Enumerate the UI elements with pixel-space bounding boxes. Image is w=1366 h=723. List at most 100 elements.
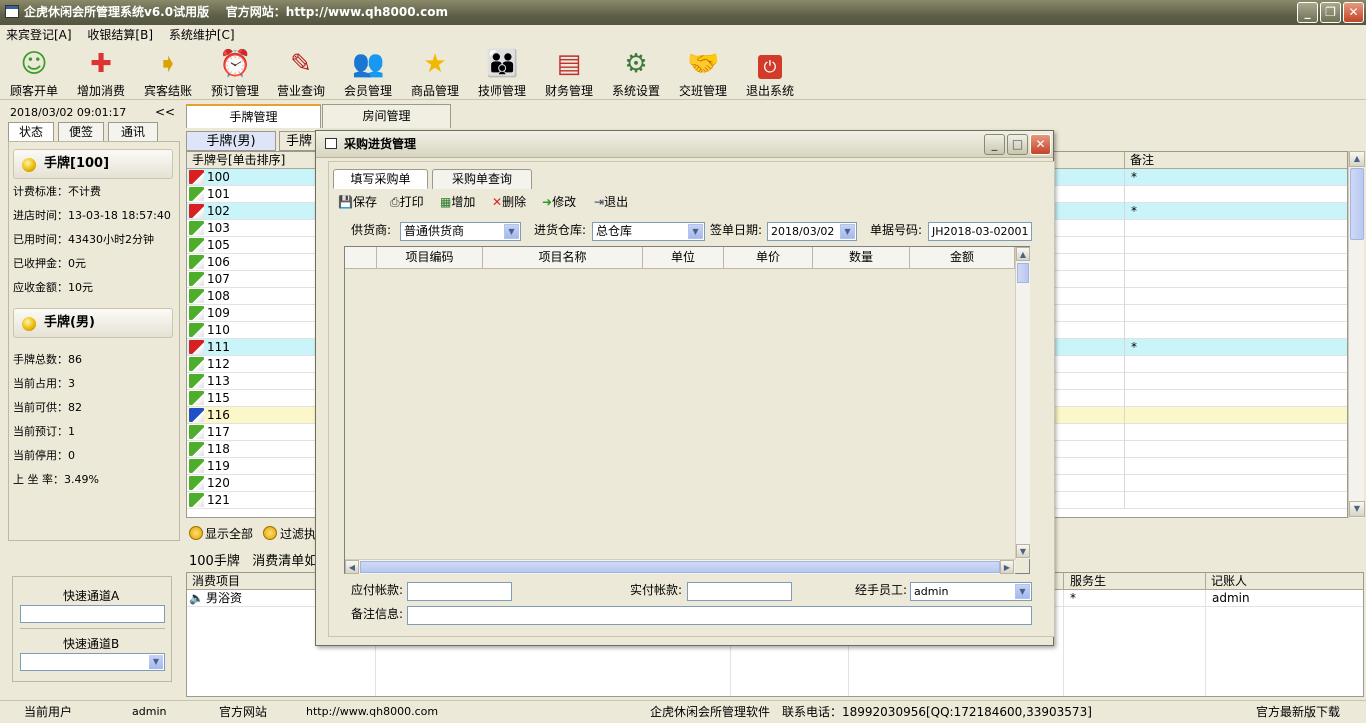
date-picker[interactable]: 2018/03/02 ▼ [767,222,857,241]
status-site[interactable]: http://www.qh8000.com [306,701,438,723]
toolbar-finance-button[interactable]: ▤ 财务管理 [537,48,601,99]
column-header-amount[interactable]: 金额 [910,247,1015,269]
card-icon [189,391,204,405]
purchase-items-table[interactable]: 项目编码 项目名称 单位 单价 数量 金额 ▲ ▼ ◀ ▶ [344,246,1030,574]
consumption-waiter: * [1070,591,1076,605]
column-header-unit[interactable]: 单位 [643,247,724,269]
tab-status[interactable]: 状态 [8,122,54,142]
warehouse-select[interactable]: 总仓库 ▼ [592,222,705,241]
print-button[interactable]: ⎙打印 [390,193,424,211]
tab-contacts[interactable]: 通讯 [108,122,158,142]
payable-input[interactable] [407,582,512,601]
card-icon [189,476,204,490]
show-all-button[interactable]: 显示全部 [205,525,253,542]
column-header-card-no[interactable]: 手牌号[单击排序] [192,152,285,168]
scroll-up-icon[interactable]: ▲ [1016,247,1030,261]
tab-order-query[interactable]: 采购单查询 [432,169,532,189]
tab-room-management[interactable]: 房间管理 [322,104,451,128]
status-download[interactable]: 官方最新版下载 [1256,701,1340,723]
menu-guest-register[interactable]: 来宾登记[A] [0,25,78,45]
tab-fill-order[interactable]: 填写采购单 [333,169,428,189]
toolbar-technician-button[interactable]: 👪 技师管理 [470,48,534,99]
note-input[interactable] [407,606,1032,625]
dialog-minimize-icon[interactable]: _ [984,134,1005,155]
items-hscroll[interactable]: ◀ ▶ [345,559,1015,574]
toolbar-add-consumption-button[interactable]: ✚ 增加消费 [69,48,133,99]
toolbar-booking-button[interactable]: ⏰ 预订管理 [203,48,267,99]
divider [1124,305,1125,322]
collapse-button[interactable]: << [155,105,175,119]
filter-button[interactable]: 过滤执 [280,525,316,542]
app-icon [5,5,19,18]
dialog-maximize-icon[interactable]: □ [1007,134,1028,155]
card-number: 121 [207,493,230,507]
menu-cashier[interactable]: 收银结算[B] [81,25,159,45]
note-label: 备注信息: [351,607,404,621]
divider [1124,169,1125,186]
dialog-close-icon[interactable]: ✕ [1030,134,1051,155]
section-card-male[interactable]: 手牌(男) [13,308,173,338]
column-header-item-name[interactable]: 项目名称 [483,247,643,269]
toolbar-settings-button[interactable]: ⚙ 系统设置 [604,48,668,99]
add-button[interactable]: ▦增加 [440,193,475,211]
column-header-note[interactable]: 备注 [1130,152,1154,168]
minimize-icon[interactable]: _ [1297,2,1318,23]
toolbar-label: 营业查询 [276,84,325,98]
scroll-down-icon[interactable]: ▼ [1349,501,1365,517]
scroll-left-icon[interactable]: ◀ [345,560,359,574]
tab-notes[interactable]: 便签 [58,122,104,142]
tab-card-management[interactable]: 手牌管理 [186,104,321,128]
edit-button[interactable]: ➜修改 [542,193,576,211]
toolbar-shift-button[interactable]: 🤝 交班管理 [671,48,735,99]
section-card-100[interactable]: 手牌[100] [13,149,173,179]
staff-select[interactable]: admin ▼ [910,582,1032,601]
toolbar-business-query-button[interactable]: ✎ 营业查询 [269,48,333,99]
card-number: 112 [207,357,230,371]
toolbar-label: 预订管理 [210,84,259,98]
scroll-up-icon[interactable]: ▲ [1349,151,1365,167]
supplier-select[interactable]: 普通供货商 ▼ [400,222,521,241]
column-header-quantity[interactable]: 数量 [813,247,910,269]
exit-button[interactable]: ⇥退出 [594,193,628,211]
card-icon [189,289,204,303]
column-header-waiter[interactable]: 服务生 [1070,573,1106,589]
scroll-thumb[interactable] [360,561,1000,573]
toolbar-exit-button[interactable]: ⏻ 退出系统 [738,48,802,99]
toolbar-label: 顾客开单 [9,84,58,98]
column-header-unit-price[interactable]: 单价 [724,247,813,269]
divider [20,628,165,629]
delete-button[interactable]: ✕删除 [492,193,526,211]
edit-label: 修改 [552,195,577,209]
menu-system[interactable]: 系统维护[C] [163,25,241,45]
toolbar-checkout-button[interactable]: ➧ 宾客结账 [136,48,200,99]
card-number: 116 [207,408,230,422]
subtab-male[interactable]: 手牌(男) [186,131,276,151]
paid-input[interactable] [687,582,792,601]
column-header-item-code[interactable]: 项目编码 [377,247,483,269]
items-vscroll[interactable]: ▲ ▼ [1015,247,1030,559]
consumption-recorder: admin [1212,591,1250,605]
card-icon [189,221,204,235]
subtab-card[interactable]: 手牌 [279,131,319,151]
restore-icon[interactable]: ❐ [1320,2,1341,23]
close-icon[interactable]: ✕ [1343,2,1364,23]
handshake-icon: 🤝 [687,49,720,79]
toolbar-goods-button[interactable]: ★ 商品管理 [403,48,467,99]
main-toolbar: ☺ 顾客开单 ✚ 增加消费 ➧ 宾客结账 ⏰ 预订管理 ✎ 营业查询 👥 会员管理 ★ 商品管… [0,45,1366,100]
quick-channel-a-input[interactable] [20,605,165,623]
save-button[interactable]: 💾保存 [338,193,377,211]
column-header-item[interactable]: 消费项目 [192,573,240,589]
scroll-down-icon[interactable]: ▼ [1016,544,1030,558]
scroll-thumb[interactable] [1350,168,1364,240]
grid-scrollbar[interactable]: ▲ ▼ [1348,151,1365,518]
scroll-right-icon[interactable]: ▶ [1000,560,1014,574]
doc-no-input[interactable]: JH2018-03-02001 [928,222,1032,241]
toolbar-members-button[interactable]: 👥 会员管理 [336,48,400,99]
items-table-header: 项目编码 项目名称 单位 单价 数量 金额 [345,247,1015,269]
scroll-thumb[interactable] [1017,263,1029,283]
quick-channel-b-select[interactable]: ▼ [20,653,165,671]
column-header-recorder[interactable]: 记账人 [1211,573,1247,589]
menu-bar: 来宾登记[A] 收银结算[B] 系统维护[C] [0,25,1366,45]
staff-label: 经手员工: [855,583,908,597]
toolbar-customer-button[interactable]: ☺ 顾客开单 [2,48,66,99]
